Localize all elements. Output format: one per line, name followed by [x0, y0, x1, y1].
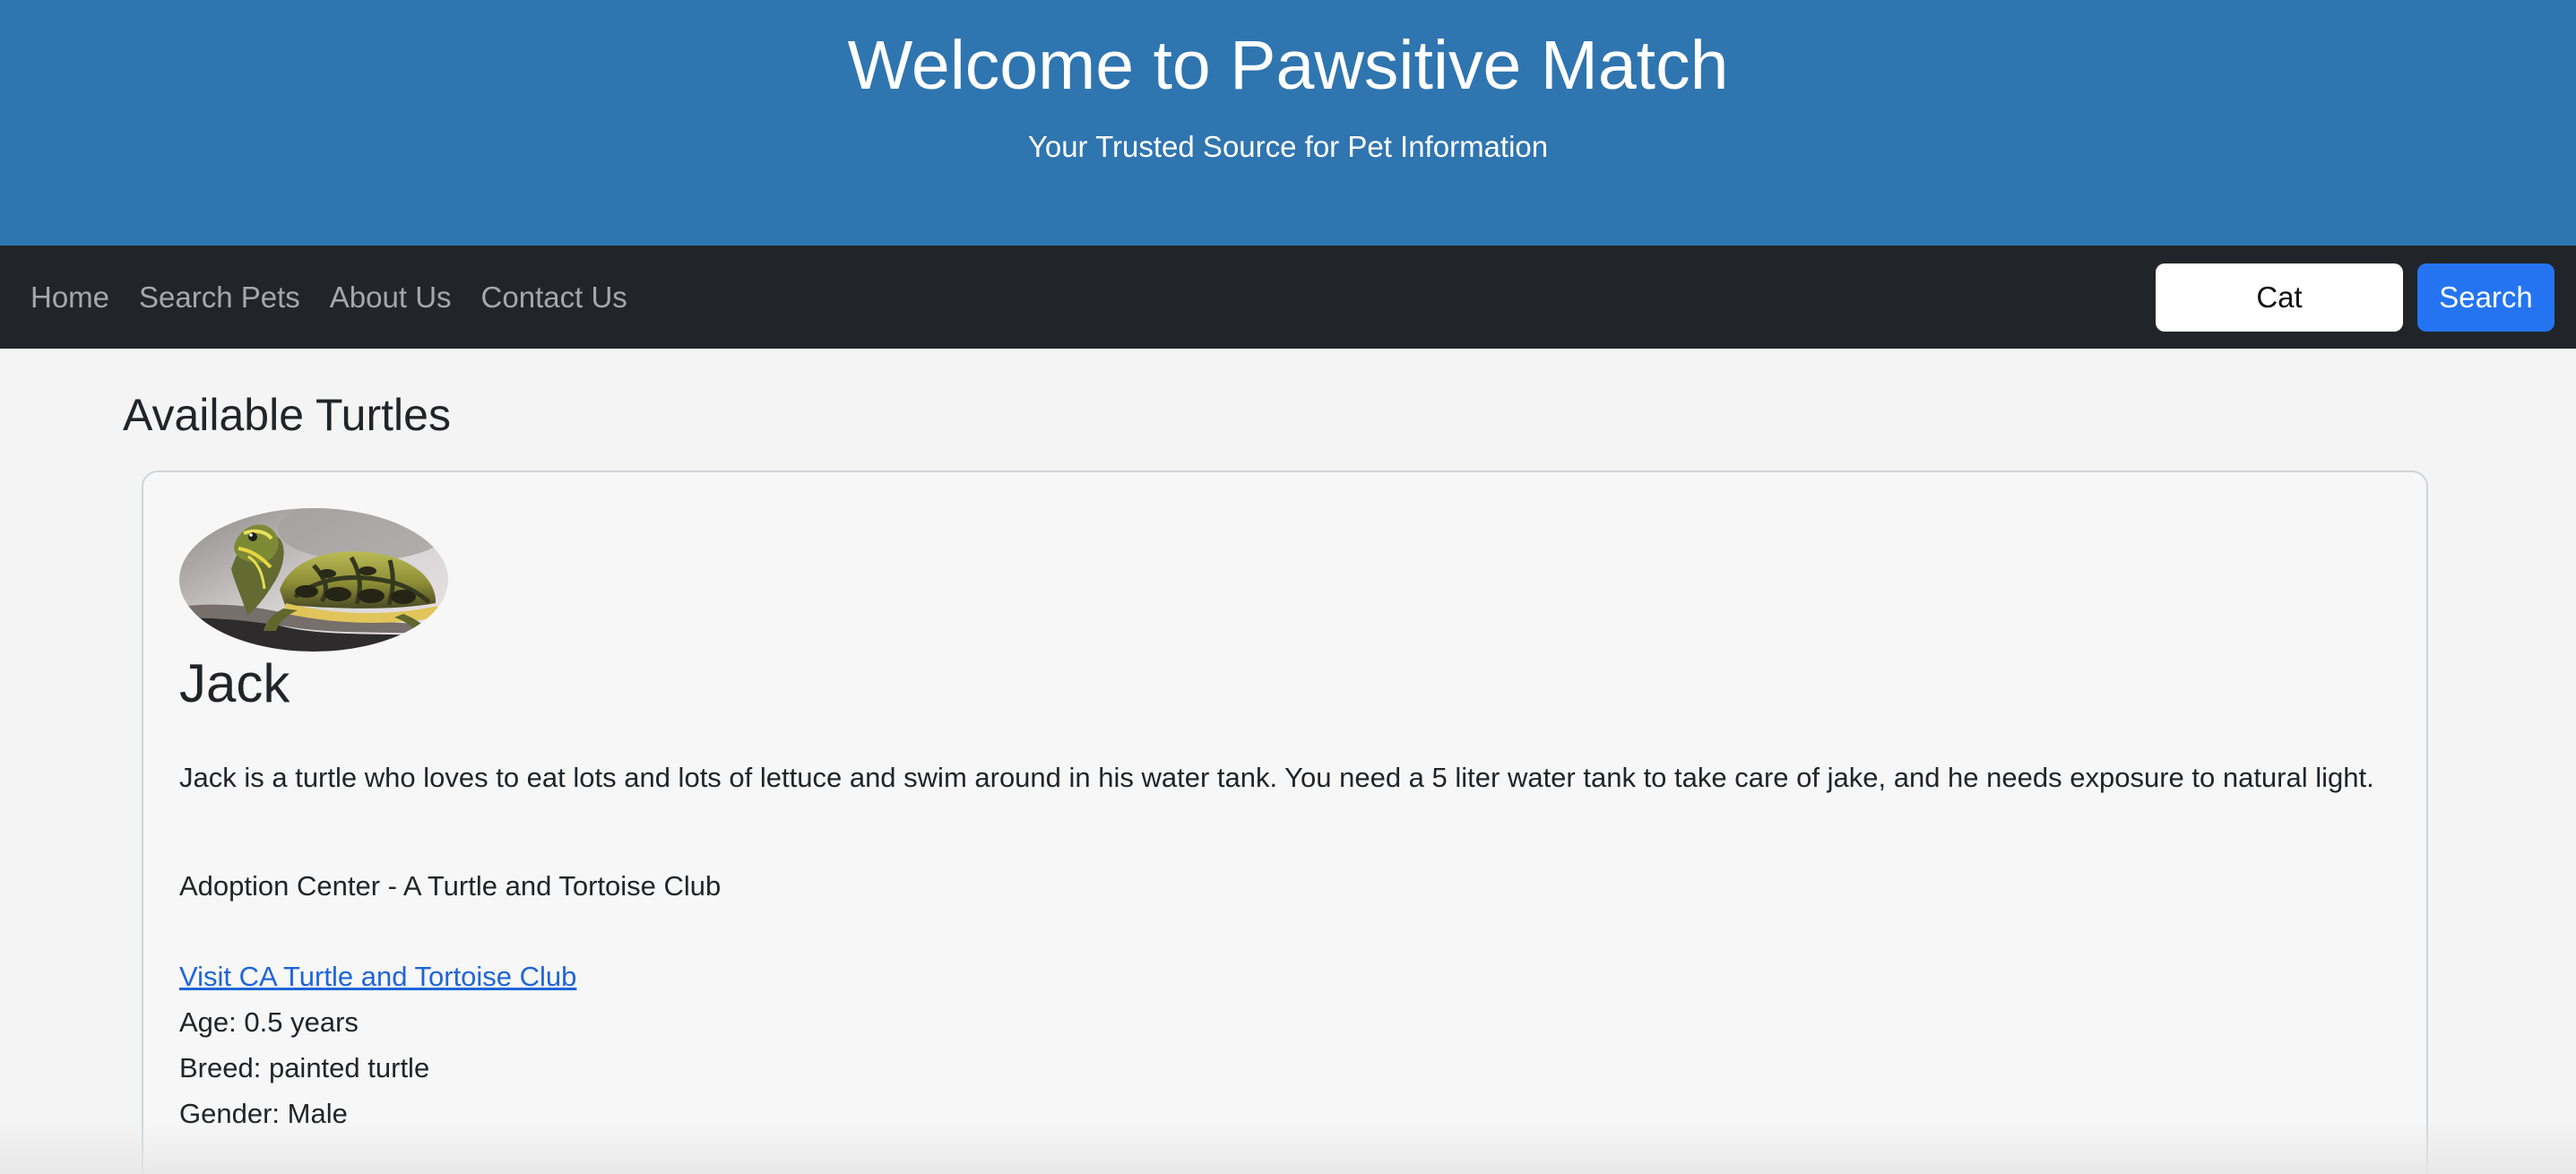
pet-description: Jack is a turtle who loves to eat lots a… [179, 762, 2374, 793]
turtle-photo [179, 508, 448, 652]
main-content: Available Turtles Jack Jack is a turtle … [0, 349, 2576, 1174]
pet-age: Age: 0.5 years [179, 1006, 359, 1038]
site-subtitle: Your Trusted Source for Pet Information [1027, 130, 1549, 163]
search-button[interactable]: Search [2417, 263, 2554, 332]
site-header: Welcome to Pawsitive Match Your Trusted … [0, 0, 2576, 246]
search-input[interactable] [2156, 263, 2403, 332]
nav-contact-us-link[interactable]: Contact Us [481, 280, 627, 315]
nav-about-us-link[interactable]: About Us [330, 280, 452, 315]
page-bottom-shadow [0, 1120, 2576, 1174]
nav-links: Home Search Pets About Us Contact Us [30, 280, 627, 315]
nav-home-link[interactable]: Home [30, 280, 109, 315]
search-form: Search [2156, 263, 2554, 332]
section-title: Available Turtles [123, 390, 451, 440]
pet-breed: Breed: painted turtle [179, 1052, 430, 1083]
pet-card: Jack Jack is a turtle who loves to eat l… [142, 470, 2428, 1174]
nav-search-pets-link[interactable]: Search Pets [139, 280, 300, 315]
adoption-center: Adoption Center - A Turtle and Tortoise … [179, 870, 722, 902]
visit-club-link[interactable]: Visit CA Turtle and Tortoise Club [179, 954, 576, 999]
pet-name: Jack [179, 653, 290, 713]
site-title: Welcome to Pawsitive Match [847, 27, 1729, 104]
main-navbar: Home Search Pets About Us Contact Us Sea… [0, 246, 2576, 349]
